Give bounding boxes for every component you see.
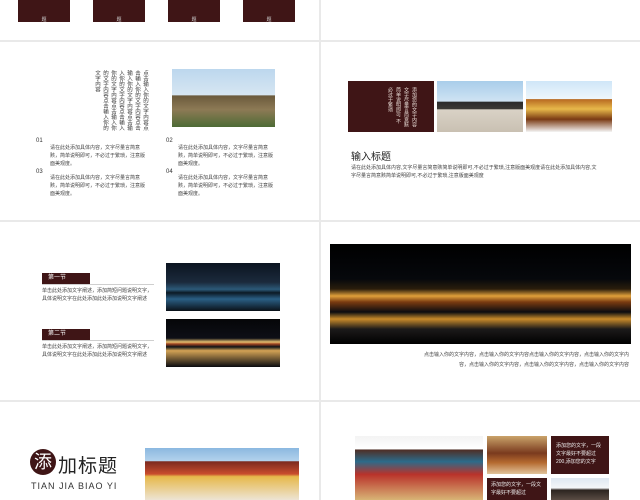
- item-number: 02: [166, 138, 173, 144]
- night-building-photo: [166, 319, 280, 367]
- palace-photo: [145, 448, 299, 500]
- vertical-text-line: 入你的文字内容点击输入: [118, 70, 124, 131]
- vertical-text-line: 击输入你的文字内容点击: [134, 70, 140, 131]
- top-box-label: 题: [41, 17, 47, 23]
- slide-heading: 输入标题: [351, 152, 391, 163]
- slide-1[interactable]: 点击输入你的文字内容点 击输入你的文字内容点击 输入你的文字内容点击输 入你的文…: [0, 42, 319, 220]
- top-box-2: 题: [93, 0, 145, 23]
- slide-2[interactable]: 添加您的文字内容 文字尽量言简意赅 简单说明即可 不必过于繁琐 输入标题 请在此…: [321, 42, 640, 220]
- divider: [42, 340, 154, 341]
- slide-6[interactable]: 添加您的文字，一段文字最好不要超过200,添加您的文字 添加您的文字，一段文字最…: [321, 402, 640, 500]
- title-circle-char: 添: [30, 449, 56, 475]
- top-box-label: 题: [191, 17, 197, 23]
- top-box-label: 题: [116, 17, 122, 23]
- vertical-box-text: 添加您的文字内容 文字尽量言简意赅 简单说明即可 不必过于繁琐: [386, 87, 418, 127]
- slide-grid: 题 题 题 题 点击输入你的文字内容点 击输入你的文字内容点击 输入你的文字内容…: [0, 0, 640, 500]
- item-text: 请在此处添加具体内容，文字尽量言简意赅，简单说明即可，不必过于繁琐，注意版面美观…: [178, 175, 274, 197]
- slide-subtitle: TIAN JIA BIAO YI: [31, 481, 118, 491]
- palace-photo: [526, 81, 612, 132]
- box-text: 添加您的文字，一段文字最好不要超过: [491, 482, 542, 496]
- vertical-text-line: 的文字内容点击输入你的: [102, 70, 108, 131]
- slide-title: 加标题: [58, 456, 119, 477]
- vertical-text-line: 文字尽量言简意赅: [403, 87, 409, 127]
- palace-photo: [172, 69, 275, 127]
- divider: [42, 284, 154, 285]
- top-box-label: 题: [266, 17, 272, 23]
- vertical-text-line: 文字内容: [94, 70, 100, 92]
- vertical-text-block: 点击输入你的文字内容点 击输入你的文字内容点击 输入你的文字内容点击输 入你的文…: [93, 70, 149, 132]
- slide-4[interactable]: 点击输入你的文字内容，点击输入你的文字内容点击输入你的文字内容，点击输入你的文字…: [321, 222, 640, 400]
- palace-roof-photo: [487, 436, 547, 474]
- slide-top-right[interactable]: [321, 0, 640, 40]
- item-number: 03: [36, 169, 43, 175]
- vertical-text-line: 简单说明即可: [395, 87, 401, 117]
- item-text: 请在此处添加具体内容，文字尽量言简意赅，简单说明即可，不必过于繁琐，注意版面美观…: [50, 175, 146, 197]
- top-box-1: 题: [18, 0, 70, 23]
- palace-photo: [551, 478, 609, 500]
- item-text: 请在此处添加具体内容，文字尽量言简意赅，简单说明即可，不必过于繁琐，注意版面美观…: [50, 145, 146, 167]
- slide-5[interactable]: 添 加标题 TIAN JIA BIAO YI: [0, 402, 319, 500]
- item-text: 请在此处添加具体内容，文字尽量言简意赅，简单说明即可，不必过于繁琐，注意版面美观…: [178, 145, 274, 167]
- vertical-text-line: 点击输入你的文字内容点: [142, 70, 148, 131]
- text-box-maroon: 添加您的文字，一段文字最好不要超过200,添加您的文字: [551, 436, 609, 474]
- text-box-maroon: 添加您的文字，一段文字最好不要超过: [487, 478, 547, 500]
- box-text: 添加您的文字，一段文字最好不要超过200,添加您的文字: [556, 443, 602, 465]
- night-bridge-photo: [166, 263, 280, 311]
- temple-photo: [355, 436, 483, 500]
- slide-body-text: 请在此处添加具体内容,文字尽量言简意赅简单说明即可,不必过于繁琐,注意版面美观度…: [351, 165, 597, 179]
- top-box-3: 题: [168, 0, 220, 23]
- item-number: 04: [166, 169, 173, 175]
- top-box-4: 题: [243, 0, 295, 23]
- item-number: 01: [36, 138, 43, 144]
- vertical-text-line: 输入你的文字内容点击输: [126, 70, 132, 131]
- slide-top-left[interactable]: 题 题 题 题: [0, 0, 319, 40]
- section-title: 第一节: [42, 273, 90, 284]
- section-text: 单击此处添加文字阐述，添加简短问题说明文字，具体说明文字在此处添加此处添加说明文…: [42, 344, 153, 358]
- slide-3[interactable]: 第一节 单击此处添加文字阐述，添加简短问题说明文字，具体说明文字在此处添加此处添…: [0, 222, 319, 400]
- photo-caption: 点击输入你的文字内容，点击输入你的文字内容点击输入你的文字内容，点击输入你的文字…: [423, 352, 629, 368]
- vertical-text-line: 你的文字内容点击输入你: [110, 70, 116, 131]
- section-title: 第二节: [42, 329, 90, 340]
- text-box-maroon: 添加您的文字内容 文字尽量言简意赅 简单说明即可 不必过于繁琐: [348, 81, 434, 132]
- vertical-text-line: 添加您的文字内容: [411, 87, 417, 127]
- section-text: 单击此处添加文字阐述，添加简短问题说明文字，具体说明文字在此处添加此处添加说明文…: [42, 288, 153, 302]
- night-river-photo: [330, 244, 631, 344]
- palace-photo: [437, 81, 523, 132]
